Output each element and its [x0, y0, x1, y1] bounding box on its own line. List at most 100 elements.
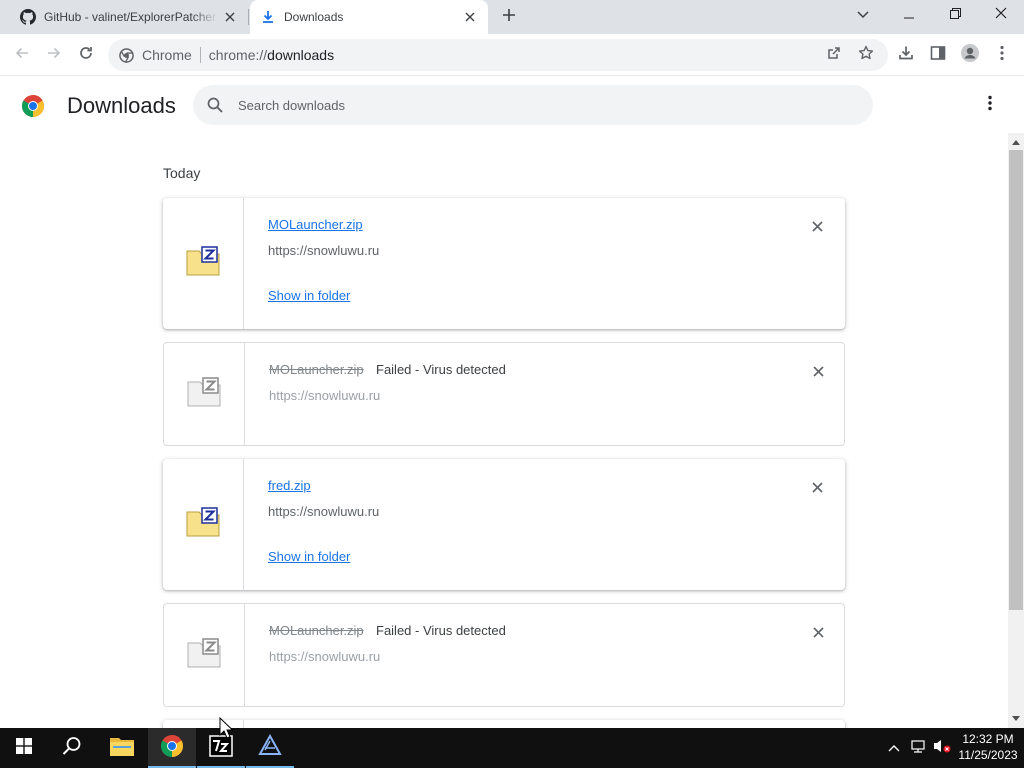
- chevron-down-icon: [857, 6, 869, 24]
- reload-icon: [78, 45, 94, 66]
- file-icon-column: [163, 459, 244, 590]
- plus-icon: [502, 8, 516, 27]
- security-chip: Chrome: [142, 47, 192, 63]
- search-box[interactable]: [193, 85, 873, 125]
- url-scheme: chrome://: [208, 47, 268, 63]
- search-icon: [206, 96, 224, 114]
- show-in-folder-link[interactable]: Show in folder: [268, 288, 350, 303]
- source-url: https://snowluwu.ru: [268, 243, 380, 258]
- more-vert-icon: [988, 95, 992, 116]
- share-icon: [826, 45, 842, 66]
- zip-file-icon-grey: [187, 376, 221, 412]
- show-hidden-icons-button[interactable]: [884, 728, 904, 768]
- close-tab-icon[interactable]: [458, 5, 482, 29]
- chrome-menu-button[interactable]: [986, 39, 1018, 71]
- github-icon: [20, 9, 36, 25]
- share-button[interactable]: [818, 39, 850, 71]
- clock-time: 12:32 PM: [962, 732, 1014, 746]
- windows-logo-icon: [16, 737, 32, 759]
- downloads-button[interactable]: [890, 39, 922, 71]
- scroll-down-arrow-icon[interactable]: [1008, 713, 1024, 723]
- side-panel-button[interactable]: [922, 39, 954, 71]
- tab-github[interactable]: GitHub - valinet/ExplorerPatcher: [0, 0, 248, 34]
- network-tray-button[interactable]: [906, 728, 930, 768]
- remove-download-button[interactable]: [805, 475, 829, 499]
- scroll-up-arrow-icon[interactable]: [1008, 137, 1024, 147]
- chrome-logo-icon: [21, 94, 45, 118]
- tab-downloads[interactable]: Downloads: [250, 0, 488, 34]
- file-explorer-taskbar-button[interactable]: [98, 728, 146, 768]
- url-host: downloads: [267, 47, 335, 63]
- download-item: fred.zip https://snowluwu.ru Show in fol…: [163, 459, 845, 590]
- minimize-icon: [904, 6, 914, 24]
- zip-file-icon: [186, 507, 220, 542]
- file-icon-column: [163, 198, 244, 329]
- mouse-cursor-icon: [219, 716, 234, 739]
- close-tab-icon[interactable]: [218, 5, 242, 29]
- address-bar[interactable]: Chrome chrome://downloads: [108, 39, 888, 71]
- remove-download-button[interactable]: [805, 214, 829, 238]
- forward-button[interactable]: [38, 39, 70, 71]
- chip-divider: [199, 47, 201, 63]
- restore-icon: [949, 6, 961, 24]
- file-icon-column: [164, 604, 245, 706]
- page-scrollbar[interactable]: [1008, 133, 1024, 728]
- show-in-folder-link[interactable]: Show in folder: [268, 549, 350, 564]
- file-name-link[interactable]: fred.zip: [268, 478, 311, 493]
- volume-tray-button[interactable]: [930, 728, 954, 768]
- zip-file-icon: [186, 246, 220, 281]
- search-input[interactable]: [238, 97, 838, 113]
- tab-title: Downloads: [284, 10, 344, 24]
- reload-button[interactable]: [70, 39, 102, 71]
- download-item: MOLauncher.zip https://snowluwu.ru Show …: [163, 198, 845, 329]
- search-taskbar-button[interactable]: [48, 728, 96, 768]
- tab-strip: GitHub - valinet/ExplorerPatcher Downloa…: [0, 0, 1024, 34]
- close-window-button[interactable]: [978, 0, 1024, 30]
- bookmark-button[interactable]: [850, 39, 882, 71]
- close-icon: [995, 6, 1007, 24]
- start-button[interactable]: [0, 728, 48, 768]
- network-icon: [910, 738, 926, 759]
- download-item-partial: [163, 720, 845, 728]
- file-name: MOLauncher.zip: [269, 362, 364, 377]
- restore-button[interactable]: [932, 0, 978, 30]
- downloads-menu-button[interactable]: [976, 91, 1004, 119]
- avatar-icon: [960, 43, 980, 68]
- download-icon: [260, 9, 276, 25]
- minimize-button[interactable]: [886, 0, 932, 30]
- search-icon: [62, 736, 82, 761]
- more-vert-icon: [1000, 45, 1004, 66]
- chevron-up-icon: [888, 739, 900, 757]
- chrome-site-icon: [118, 47, 134, 63]
- taskbar-clock[interactable]: 12:32 PM 11/25/2023: [952, 731, 1024, 765]
- new-tab-button[interactable]: [496, 5, 522, 29]
- chrome-taskbar-button[interactable]: [148, 728, 196, 768]
- browser-toolbar: Chrome chrome://downloads: [0, 34, 1024, 76]
- tab-search-button[interactable]: [840, 0, 886, 30]
- remove-download-button[interactable]: [806, 359, 830, 383]
- remove-download-button[interactable]: [806, 620, 830, 644]
- zip-file-icon-grey: [187, 637, 221, 673]
- downloads-list: Today MOLauncher.zip https://snowluwu.ru…: [0, 133, 1008, 728]
- star-icon: [858, 45, 874, 66]
- app-icon: [258, 733, 282, 763]
- browser-window: GitHub - valinet/ExplorerPatcher Downloa…: [0, 0, 1024, 768]
- file-name-link[interactable]: MOLauncher.zip: [268, 217, 363, 232]
- arrow-left-icon: [14, 45, 30, 66]
- back-button[interactable]: [6, 39, 38, 71]
- download-icon: [898, 45, 914, 66]
- download-status: Failed - Virus detected: [376, 623, 506, 638]
- file-icon-column: [164, 343, 245, 445]
- source-url: https://snowluwu.ru: [269, 649, 381, 664]
- downloads-header: Downloads: [0, 77, 1024, 133]
- scrollbar-thumb[interactable]: [1009, 150, 1023, 610]
- download-item-failed: MOLauncher.zip Failed - Virus detected h…: [163, 603, 845, 707]
- clock-date: 11/25/2023: [958, 748, 1018, 762]
- app-taskbar-button[interactable]: [246, 728, 294, 768]
- source-url: https://snowluwu.ru: [268, 504, 380, 519]
- windows-taskbar: 12:32 PM 11/25/2023: [0, 728, 1024, 768]
- page-title: Downloads: [67, 93, 176, 118]
- download-status: Failed - Virus detected: [376, 362, 506, 377]
- profile-button[interactable]: [954, 39, 986, 71]
- file-name: MOLauncher.zip: [269, 623, 364, 638]
